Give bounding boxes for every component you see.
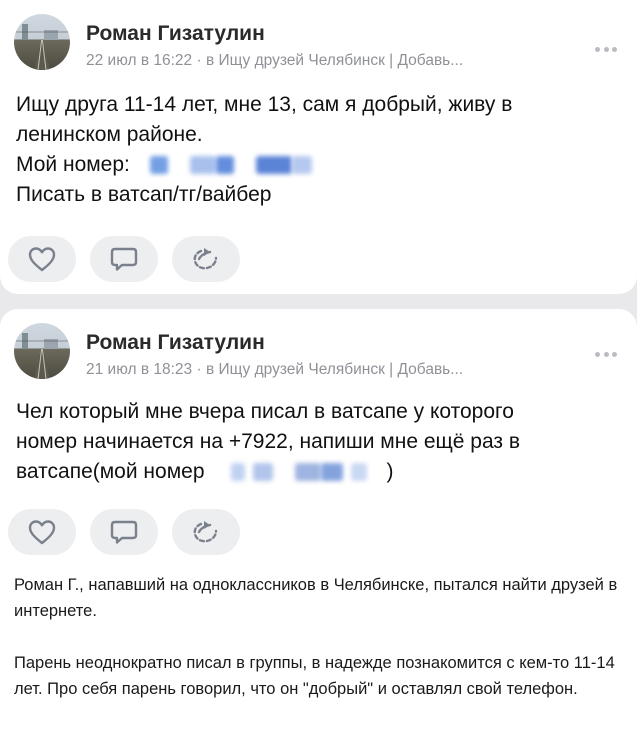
post-text: Чел который мне вчера писал в ватсапе у … <box>16 397 616 487</box>
share-button[interactable] <box>172 236 240 282</box>
phone-label: Мой номер: <box>16 153 130 176</box>
post-actions <box>8 236 240 282</box>
post-text-line: Чел который мне вчера писал в ватсапе у … <box>16 400 514 423</box>
post-card: Роман Гизатулин 22 июл в 16:22 · в Ищу д… <box>0 0 637 294</box>
more-dots-icon[interactable] <box>595 46 617 52</box>
comment-button[interactable] <box>90 236 158 282</box>
post-text-line: Ищу друга 11-14 лет, мне 13, сам я добры… <box>16 93 513 116</box>
paren-close: ) <box>386 460 394 483</box>
post-meta[interactable]: 22 июл в 16:22 · в Ищу друзей Челябинск … <box>86 52 463 70</box>
post-text-line: номер начинается на +7922, напиши мне ещ… <box>16 430 521 453</box>
like-button[interactable] <box>8 509 76 555</box>
caption-paragraph: Роман Г., напавший на одноклассников в Ч… <box>14 576 618 620</box>
more-dots-icon[interactable] <box>595 351 617 357</box>
post-text: Ищу друга 11-14 лет, мне 13, сам я добры… <box>16 90 616 210</box>
redacted-phone <box>149 154 320 176</box>
caption-paragraph: Парень неоднократно писал в группы, в на… <box>14 654 615 698</box>
screenshot-area: Роман Гизатулин 22 июл в 16:22 · в Ищу д… <box>0 0 637 567</box>
author-name[interactable]: Роман Гизатулин <box>86 22 265 46</box>
heart-icon <box>28 520 56 545</box>
share-icon <box>193 248 218 270</box>
share-button[interactable] <box>172 509 240 555</box>
author-avatar[interactable] <box>14 323 70 379</box>
comment-icon <box>110 247 138 271</box>
news-caption: Роман Г., напавший на одноклассников в Ч… <box>14 572 626 702</box>
heart-icon <box>28 247 56 272</box>
post-text-line: ватсапе(мой номер) <box>16 457 616 487</box>
post-card: Роман Гизатулин 21 июл в 18:23 · в Ищу д… <box>0 309 637 567</box>
post-actions <box>8 509 240 555</box>
post-meta[interactable]: 21 июл в 18:23 · в Ищу друзей Челябинск … <box>86 361 463 379</box>
post-text-line: Писать в ватсап/тг/вайбер <box>16 183 272 206</box>
post-text-line: Мой номер: <box>16 150 616 180</box>
comment-icon <box>110 520 138 544</box>
like-button[interactable] <box>8 236 76 282</box>
phone-label: ватсапе(мой номер <box>16 460 205 483</box>
redacted-phone <box>230 461 377 483</box>
comment-button[interactable] <box>90 509 158 555</box>
author-name[interactable]: Роман Гизатулин <box>86 331 265 355</box>
author-avatar[interactable] <box>14 14 70 70</box>
share-icon <box>193 521 218 543</box>
post-text-line: ленинском районе. <box>16 123 203 146</box>
